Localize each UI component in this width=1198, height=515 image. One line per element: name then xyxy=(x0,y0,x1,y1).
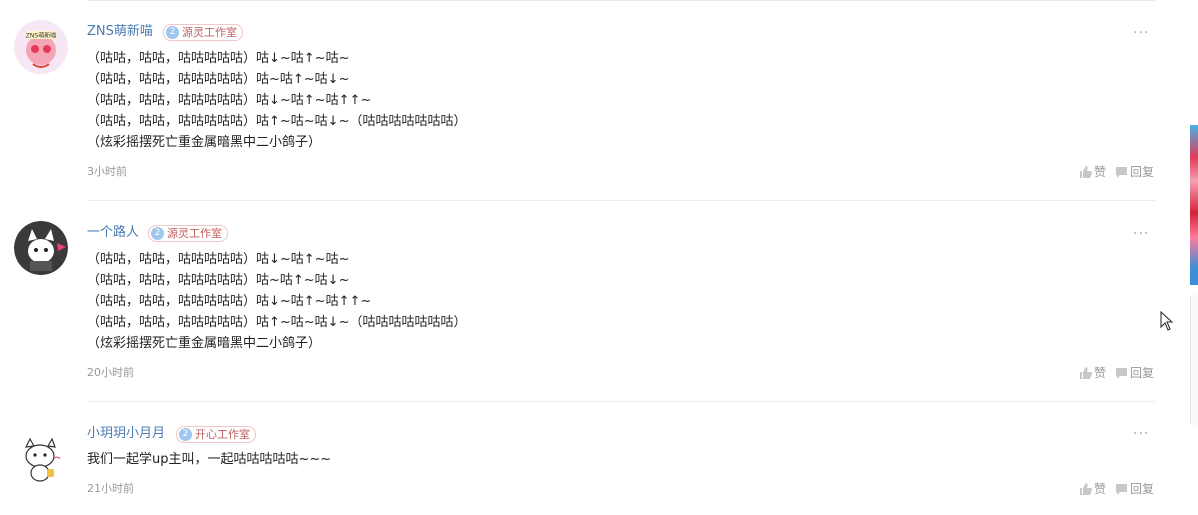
thumbs-up-icon xyxy=(1080,367,1092,379)
group-name: 开心工作室 xyxy=(195,428,250,441)
avatar[interactable] xyxy=(14,221,68,275)
group-badge[interactable]: 2 开心工作室 xyxy=(176,426,256,443)
reply-label: 回复 xyxy=(1130,482,1155,496)
comment-text: （咕咕，咕咕，咕咕咕咕咕）咕↓~咕↑~咕~ （咕咕，咕咕，咕咕咕咕咕）咕~咕↑~… xyxy=(87,48,466,153)
avatar-image xyxy=(14,431,68,485)
like-label: 赞 xyxy=(1094,165,1107,179)
avatar-image: ZNS萌新喵 xyxy=(14,20,68,74)
comment-line: （咕咕，咕咕，咕咕咕咕咕）咕↓~咕↑~咕↑↑~ xyxy=(87,294,372,309)
avatar-image xyxy=(14,221,68,275)
reply-label: 回复 xyxy=(1130,366,1155,380)
comment-line: 我们一起学up主叫，一起咕咕咕咕咕~~~ xyxy=(87,452,332,467)
mouse-cursor-icon xyxy=(1160,311,1174,331)
timestamp: 21小时前 xyxy=(87,482,134,495)
group-badge[interactable]: 2 源灵工作室 xyxy=(148,225,228,242)
avatar[interactable] xyxy=(14,431,68,485)
more-options-icon[interactable]: ··· xyxy=(1133,227,1149,241)
reply-bubble-icon xyxy=(1116,484,1127,495)
comment-line: （咕咕，咕咕，咕咕咕咕咕）咕↓~咕↑~咕~ xyxy=(87,51,350,66)
comment-text: 我们一起学up主叫，一起咕咕咕咕咕~~~ xyxy=(87,449,331,470)
comment-line: （炫彩摇摆死亡重金属暗黑中二小鸽子） xyxy=(87,336,322,351)
comment-divider xyxy=(87,200,1155,201)
comment-text: （咕咕，咕咕，咕咕咕咕咕）咕↓~咕↑~咕~ （咕咕，咕咕，咕咕咕咕咕）咕~咕↑~… xyxy=(87,249,466,354)
reply-bubble-icon xyxy=(1116,167,1127,178)
reply-button[interactable]: 回复 xyxy=(1115,482,1154,496)
like-button[interactable]: 赞 xyxy=(1079,165,1106,179)
like-label: 赞 xyxy=(1094,366,1107,380)
username[interactable]: 一个路人 xyxy=(87,225,139,241)
comment-line: （咕咕，咕咕，咕咕咕咕咕）咕↑~咕~咕↓~（咕咕咕咕咕咕咕） xyxy=(87,315,467,330)
comment-line: （炫彩摇摆死亡重金属暗黑中二小鸽子） xyxy=(87,135,322,150)
comment-line: （咕咕，咕咕，咕咕咕咕咕）咕↓~咕↑~咕~ xyxy=(87,252,350,267)
side-panel xyxy=(1190,295,1198,425)
like-button[interactable]: 赞 xyxy=(1079,366,1106,380)
more-options-icon[interactable]: ··· xyxy=(1133,26,1149,40)
comment-line: （咕咕，咕咕，咕咕咕咕咕）咕↑~咕~咕↓~（咕咕咕咕咕咕咕） xyxy=(87,114,467,129)
timestamp: 20小时前 xyxy=(87,366,134,379)
side-banner-image[interactable] xyxy=(1190,125,1198,285)
thumbs-up-icon xyxy=(1080,166,1092,178)
svg-text:ZNS萌新喵: ZNS萌新喵 xyxy=(26,32,56,40)
thumbs-up-icon xyxy=(1080,483,1092,495)
username[interactable]: ZNS萌新喵 xyxy=(87,24,153,40)
comment-line: （咕咕，咕咕，咕咕咕咕咕）咕↓~咕↑~咕↑↑~ xyxy=(87,93,372,108)
timestamp: 3小时前 xyxy=(87,165,127,178)
comment-line: （咕咕，咕咕，咕咕咕咕咕）咕~咕↑~咕↓~ xyxy=(87,72,350,87)
group-name: 源灵工作室 xyxy=(167,227,222,240)
level-icon: 2 xyxy=(179,428,192,441)
reply-button[interactable]: 回复 xyxy=(1115,366,1154,380)
reply-button[interactable]: 回复 xyxy=(1115,165,1154,179)
group-badge[interactable]: 2 源灵工作室 xyxy=(163,24,243,41)
comment-line: （咕咕，咕咕，咕咕咕咕咕）咕~咕↑~咕↓~ xyxy=(87,273,350,288)
reply-bubble-icon xyxy=(1116,368,1127,379)
more-options-icon[interactable]: ··· xyxy=(1133,427,1149,441)
group-name: 源灵工作室 xyxy=(182,26,237,39)
level-icon: 2 xyxy=(166,26,179,39)
reply-label: 回复 xyxy=(1130,165,1155,179)
like-label: 赞 xyxy=(1094,482,1107,496)
avatar[interactable]: ZNS萌新喵 xyxy=(14,20,68,74)
username[interactable]: 小玥玥小月月 xyxy=(87,426,165,442)
top-divider xyxy=(87,0,1155,1)
level-icon: 2 xyxy=(151,227,164,240)
like-button[interactable]: 赞 xyxy=(1079,482,1106,496)
comment-divider xyxy=(87,401,1155,402)
